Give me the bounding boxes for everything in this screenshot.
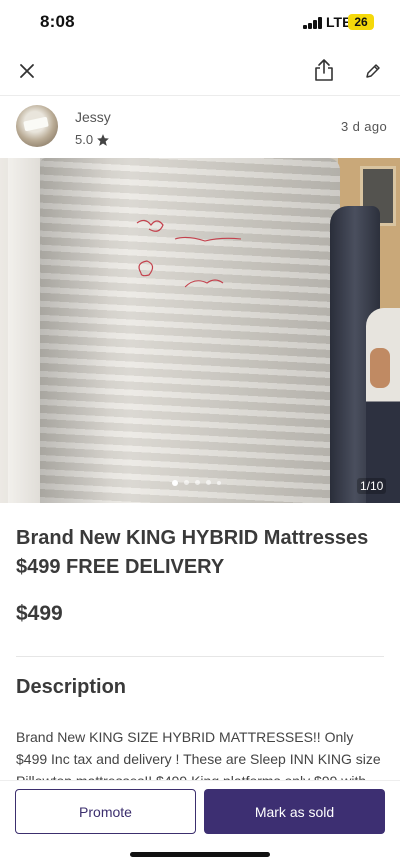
mark-as-sold-button[interactable]: Mark as sold: [204, 789, 385, 834]
description-text: Brand New KING SIZE HYBRID MATTRESSES!! …: [16, 729, 381, 782]
divider: [16, 656, 384, 657]
signal-icon: [303, 17, 323, 29]
pager-dot[interactable]: [172, 480, 178, 486]
posted-time: 3 d ago: [341, 119, 388, 134]
photo-counter: 1/10: [357, 478, 387, 494]
share-icon: [315, 59, 333, 81]
description-heading: Description: [16, 676, 127, 698]
edit-button[interactable]: [356, 54, 390, 88]
seller-name[interactable]: Jessy: [75, 109, 111, 125]
pencil-icon: [366, 64, 380, 78]
promote-button[interactable]: Promote: [15, 789, 196, 834]
pager-dot[interactable]: [195, 480, 200, 485]
pager-dot[interactable]: [217, 480, 221, 485]
listing-title: Brand New KING HYBRID Mattresses $499 FR…: [16, 527, 369, 578]
rating-value: 5.0: [75, 132, 94, 147]
seller-row[interactable]: Jessy 5.0 3 d ago: [0, 97, 400, 157]
battery-icon: 26: [348, 14, 374, 30]
handwriting-scribble: [136, 219, 242, 288]
listing-price: $499: [16, 602, 63, 625]
top-bar: [0, 46, 400, 96]
listing-photo-carousel[interactable]: 1/10: [0, 158, 400, 503]
close-icon: [20, 64, 34, 78]
photo-pager-dots[interactable]: [0, 480, 400, 486]
share-button[interactable]: [307, 53, 341, 87]
status-bar: 8:08 LTE 26: [0, 0, 400, 46]
avatar[interactable]: [16, 105, 58, 147]
star-icon: [97, 133, 109, 146]
status-time: 8:08: [40, 12, 75, 31]
close-button[interactable]: [10, 54, 44, 88]
home-indicator[interactable]: [130, 852, 270, 857]
seller-rating: 5.0: [75, 132, 110, 147]
pager-dot[interactable]: [184, 480, 189, 485]
pager-dot[interactable]: [206, 480, 211, 485]
